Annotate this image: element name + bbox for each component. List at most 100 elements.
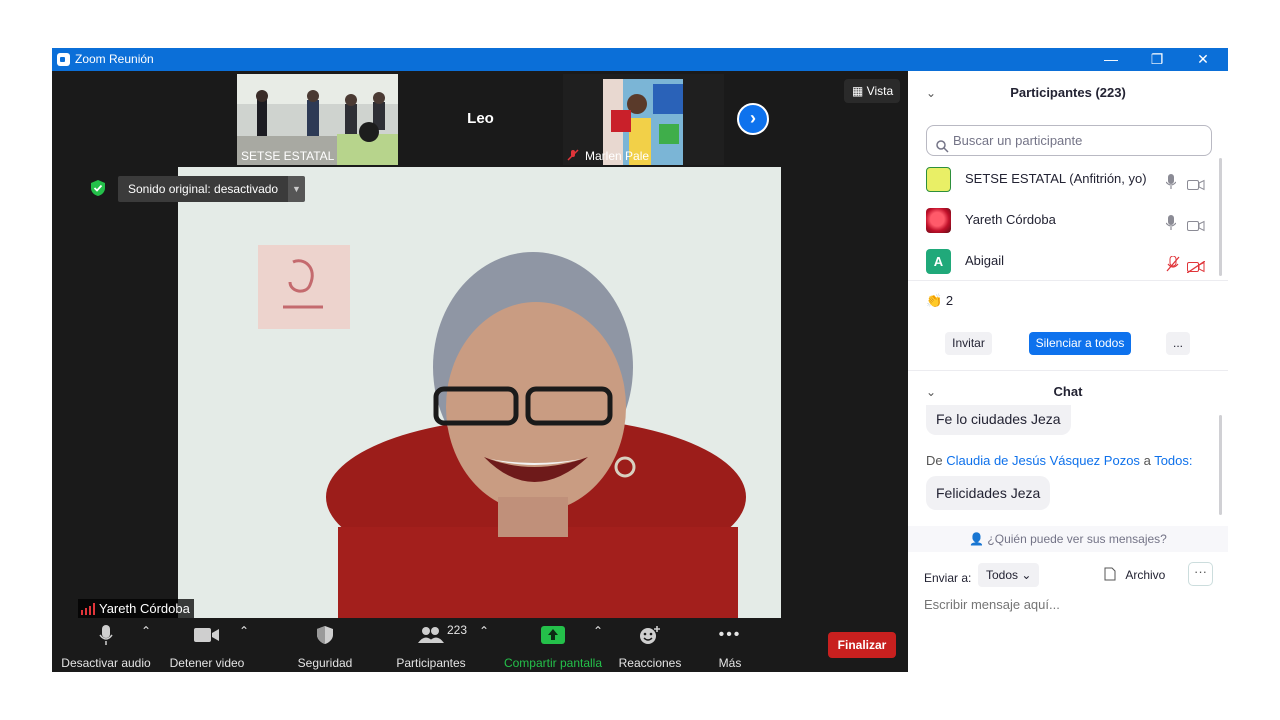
- file-icon: [1104, 567, 1116, 582]
- participant-row[interactable]: SETSE ESTATAL (Anfitrión, yo): [926, 164, 1206, 194]
- chevron-down-icon: ⌄: [1021, 568, 1032, 582]
- participant-name: Yareth Córdoba: [965, 212, 1056, 227]
- participant-row[interactable]: A Abigail: [926, 246, 1206, 276]
- thumbnail-name: Leo: [467, 110, 494, 127]
- window-title: Zoom Reunión: [75, 52, 154, 66]
- video-label: Detener video: [169, 656, 245, 670]
- restore-button[interactable]: ❐: [1142, 49, 1172, 69]
- more-dots-icon: •••: [718, 626, 742, 643]
- reactions-label: Reacciones: [618, 656, 682, 670]
- next-page-arrow[interactable]: ›: [737, 103, 769, 135]
- signal-bars-icon: [81, 601, 95, 620]
- chat-message: Fe lo ciudades Jeza: [926, 405, 1071, 435]
- more-button[interactable]: ••• Más: [708, 624, 752, 670]
- reaction-summary: 👏 2: [926, 293, 953, 309]
- reactions-button[interactable]: Reacciones: [616, 624, 684, 670]
- mic-muted-icon: [567, 149, 579, 161]
- file-label: Archivo: [1125, 568, 1166, 582]
- share-screen-icon: [502, 624, 604, 646]
- send-to-value: Todos: [986, 568, 1019, 582]
- chat-title: Chat: [1053, 384, 1083, 399]
- end-meeting-button[interactable]: Finalizar: [828, 632, 896, 658]
- who-can-see-label: ¿Quién puede ver sus mensajes?: [987, 532, 1167, 546]
- microphone-icon[interactable]: [1165, 171, 1177, 201]
- divider: [908, 280, 1228, 281]
- security-button[interactable]: Seguridad: [292, 624, 358, 670]
- participants-label: Participantes: [396, 656, 466, 670]
- more-options-button[interactable]: ...: [1166, 332, 1190, 355]
- participant-name: SETSE ESTATAL (Anfitrión, yo): [965, 171, 1147, 186]
- participant-avatar-logo: [926, 167, 951, 192]
- security-shield-icon: [292, 624, 358, 646]
- microphone-icon: [60, 624, 152, 646]
- view-button[interactable]: ▦ Vista: [844, 79, 900, 103]
- microphone-icon[interactable]: [1165, 212, 1177, 242]
- participant-row[interactable]: Yareth Córdoba: [926, 205, 1206, 235]
- video-camera-icon: [166, 624, 248, 646]
- participant-avatar-initial: A: [926, 249, 951, 274]
- from-prefix: De: [926, 453, 943, 468]
- speaker-name: Yareth Córdoba: [99, 601, 190, 616]
- close-button[interactable]: ✕: [1188, 49, 1218, 69]
- audio-options-caret[interactable]: ⌃: [141, 624, 151, 638]
- audio-button[interactable]: Desactivar audio: [60, 624, 152, 670]
- video-camera-icon[interactable]: [1187, 172, 1205, 202]
- participants-header: ⌄ Participantes (223): [908, 81, 1228, 105]
- collapse-chevron-icon[interactable]: ⌄: [926, 81, 936, 105]
- send-to-label: Enviar a:: [924, 571, 972, 585]
- participants-options-caret[interactable]: ⌃: [479, 624, 489, 638]
- participants-scrollbar[interactable]: [1219, 158, 1222, 276]
- speaker-video-image: [178, 167, 781, 618]
- speaker-video: [178, 167, 781, 618]
- chat-scrollbar[interactable]: [1219, 415, 1222, 515]
- recipient-link[interactable]: Todos:: [1154, 453, 1192, 468]
- chat-message: Felicidades Jeza: [926, 476, 1051, 510]
- audio-label: Desactivar audio: [61, 656, 151, 670]
- participants-title: Participantes (223): [1010, 85, 1126, 100]
- mute-all-button[interactable]: Silenciar a todos: [1029, 332, 1131, 355]
- encryption-shield-icon: [90, 179, 106, 197]
- smiley-plus-icon: [616, 624, 684, 646]
- video-options-caret[interactable]: ⌃: [239, 624, 249, 638]
- microphone-muted-icon[interactable]: [1166, 253, 1180, 283]
- reaction-count: 2: [945, 293, 954, 308]
- send-to-select[interactable]: Todos ⌄: [978, 563, 1040, 587]
- file-button[interactable]: Archivo: [1104, 565, 1165, 585]
- side-panel: ⌄ Participantes (223) Buscar un particip…: [908, 71, 1228, 672]
- speaker-name-tag: Yareth Córdoba: [78, 599, 194, 618]
- grid-icon: ▦: [852, 84, 867, 98]
- video-stage: SETSE ESTATAL Leo Marlen Pale › ▦ Vista …: [52, 71, 908, 672]
- share-screen-label: Compartir pantalla: [503, 656, 603, 670]
- title-bar: Zoom Reunión — ❐ ✕: [52, 48, 1228, 71]
- clapping-hands-icon: 👏: [926, 293, 943, 308]
- video-button[interactable]: Detener video: [166, 624, 248, 670]
- participant-search-input[interactable]: Buscar un participante: [926, 125, 1212, 156]
- sender-link[interactable]: Claudia de Jesús Vásquez Pozos: [946, 453, 1140, 468]
- minimize-button[interactable]: —: [1096, 49, 1126, 69]
- original-sound-toggle[interactable]: Sonido original: desactivado: [118, 176, 288, 202]
- chat-sender-line: De Claudia de Jesús Vásquez Pozos a Todo…: [926, 453, 1193, 468]
- more-label: Más: [718, 656, 742, 670]
- share-screen-button[interactable]: Compartir pantalla: [502, 624, 604, 670]
- who-can-see-messages[interactable]: 👤 ¿Quién puede ver sus mensajes?: [908, 526, 1228, 552]
- thumbnail-marlen[interactable]: Marlen Pale: [563, 74, 724, 165]
- participant-name: Abigail: [965, 253, 1005, 268]
- participant-avatar-photo: [926, 208, 951, 233]
- chat-more-button[interactable]: ···: [1188, 562, 1213, 586]
- original-sound-dropdown[interactable]: ▼: [288, 176, 305, 202]
- invite-button[interactable]: Invitar: [945, 332, 992, 355]
- person-lock-icon: 👤: [969, 532, 988, 546]
- search-icon: [936, 134, 949, 163]
- chat-header: ⌄ Chat: [908, 380, 1228, 404]
- thumbnail-leo[interactable]: Leo: [400, 74, 561, 165]
- collapse-chevron-icon[interactable]: ⌄: [926, 380, 936, 404]
- share-options-caret[interactable]: ⌃: [593, 624, 603, 638]
- to-prefix: a: [1143, 453, 1151, 468]
- chat-message-input[interactable]: [924, 593, 1214, 615]
- video-camera-icon[interactable]: [1187, 213, 1205, 243]
- search-placeholder: Buscar un participante: [953, 133, 1083, 148]
- thumbnail-setse[interactable]: SETSE ESTATAL: [237, 74, 398, 165]
- zoom-window: Zoom Reunión — ❐ ✕ SETSE ESTATAL Leo Mar…: [52, 48, 1228, 672]
- participants-count: 223: [447, 623, 468, 637]
- thumbnail-name: Marlen Pale: [585, 149, 650, 163]
